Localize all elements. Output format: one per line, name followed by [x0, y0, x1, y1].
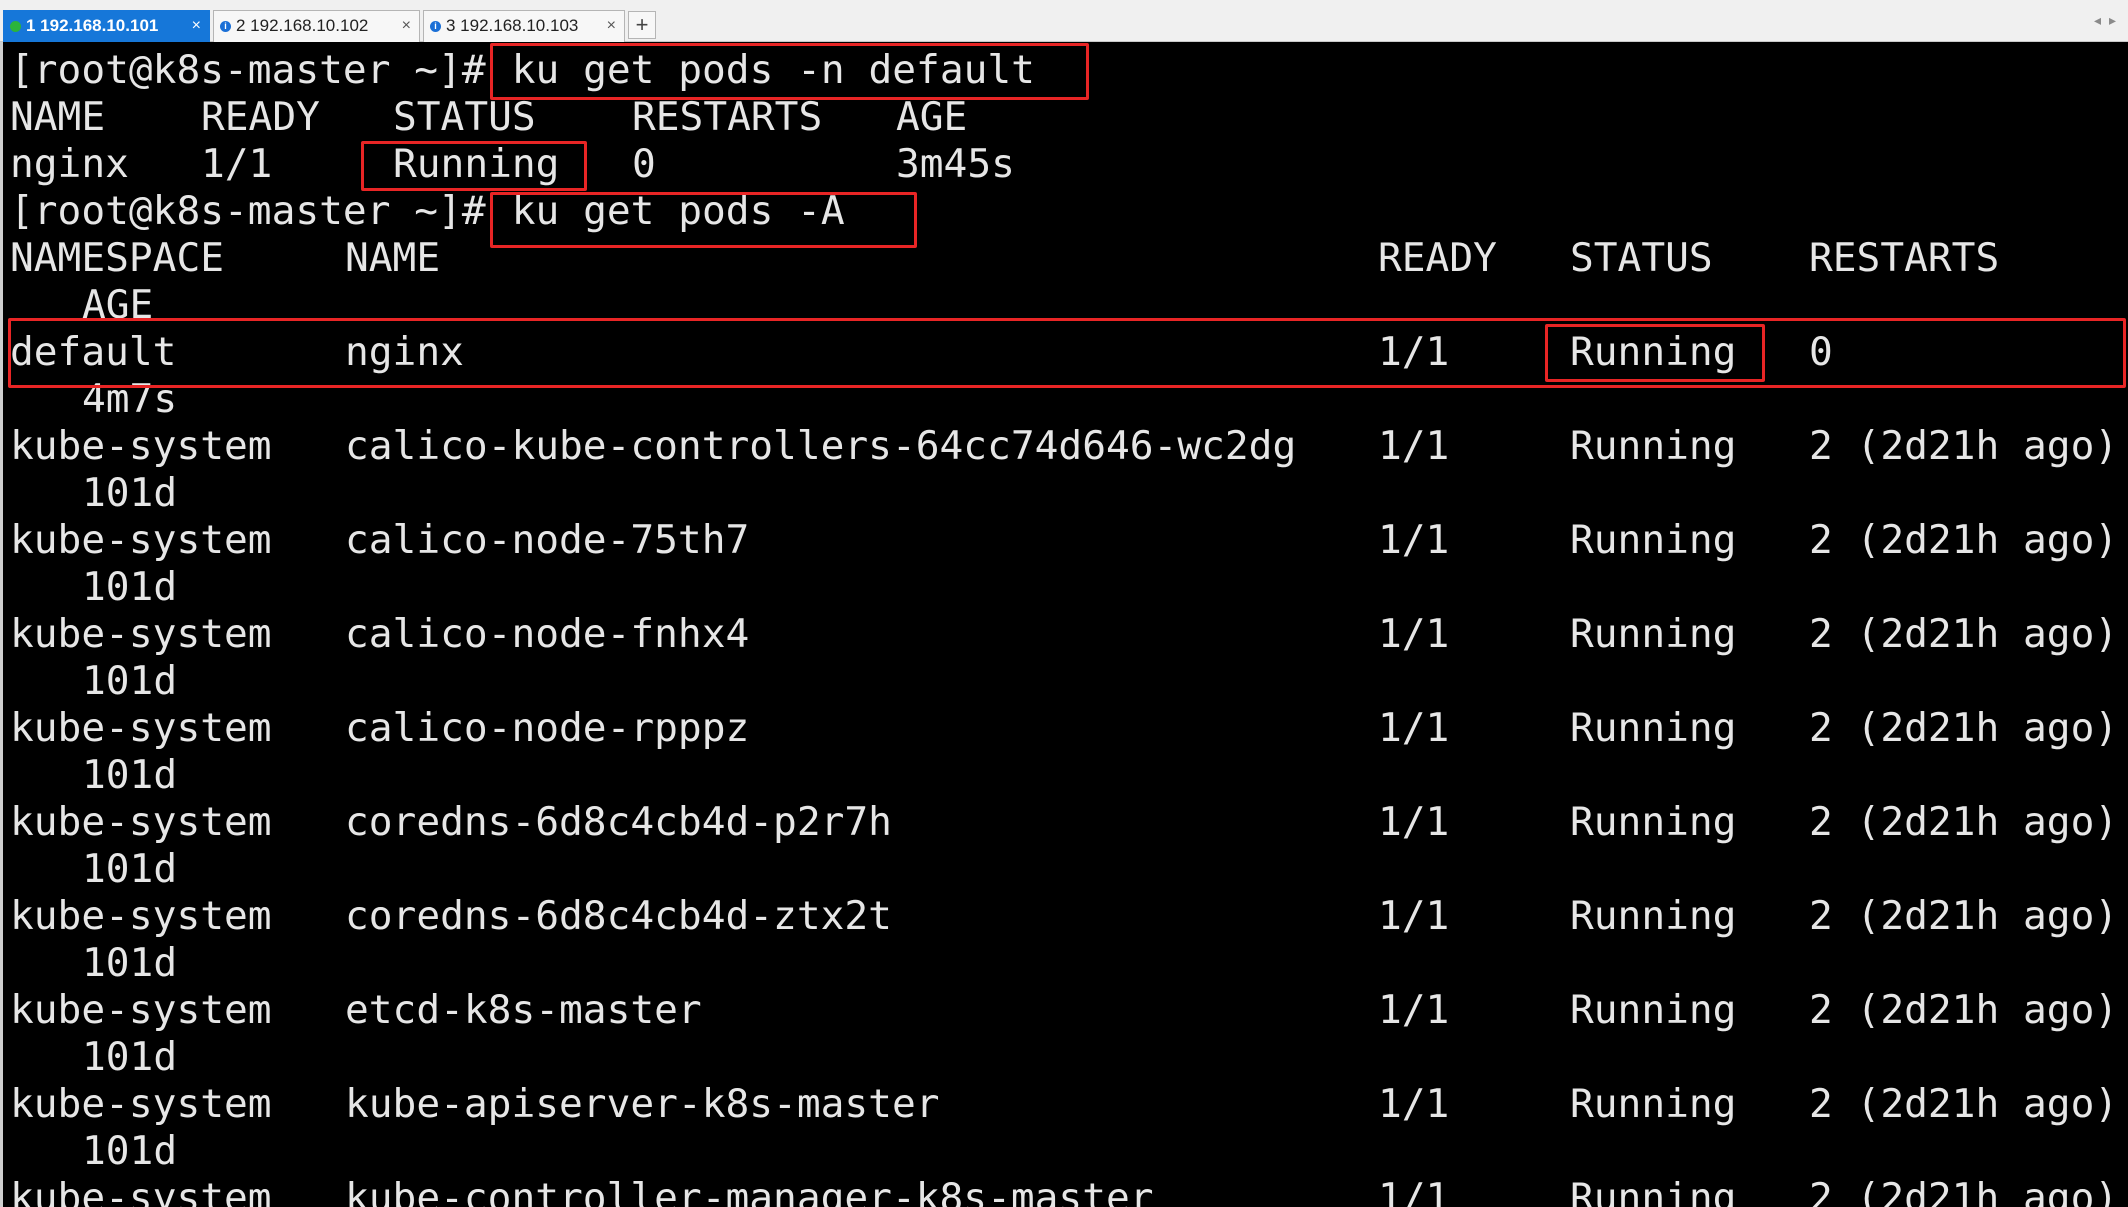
pod-restarts: 2 (2d21h ago)	[1809, 517, 2119, 563]
pod-restarts: 2 (2d21h ago)	[1809, 611, 2119, 657]
tab-label: 2 192.168.10.102	[236, 16, 369, 35]
pod-name: calico-node-fnhx4	[345, 611, 750, 657]
pod-name: etcd-k8s-master	[345, 987, 702, 1033]
header-restarts: RESTARTS	[632, 94, 823, 140]
tab-session-3[interactable]: i 3 192.168.10.103 ×	[423, 10, 625, 42]
pod-restarts: 2 (2d21h ago)	[1809, 893, 2119, 939]
header-age: AGE	[896, 94, 968, 140]
pod-name: coredns-6d8c4cb4d-p2r7h	[345, 799, 892, 845]
pod-ready: 1/1	[1378, 1081, 1450, 1127]
pod-status: Running	[1570, 611, 1737, 657]
close-tab-icon[interactable]: ×	[402, 11, 411, 41]
pod-namespace: kube-system	[10, 987, 272, 1033]
table-header-row: NAME READY STATUS RESTARTS AGE	[10, 94, 967, 141]
highlight-box-status1	[361, 141, 587, 191]
pod-namespace: kube-system	[10, 423, 272, 469]
tab-label: 1 192.168.10.101	[26, 16, 159, 35]
pod-ready: 1/1	[1378, 987, 1450, 1033]
pod-age: 101d	[82, 564, 178, 610]
pod-age: 3m45s	[896, 141, 1015, 187]
pod-restarts: 0	[632, 141, 656, 187]
terminal-output[interactable]: [root@k8s-master ~]# ku get pods -n defa…	[8, 43, 2128, 1207]
window-left-border	[0, 42, 3, 1207]
pod-status: Running	[1570, 799, 1737, 845]
pod-status: Running	[1570, 423, 1737, 469]
pod-name: calico-node-rpppz	[345, 705, 750, 751]
pod-ready: 1/1	[201, 141, 273, 187]
pod-restarts: 2 (2d21h ago)	[1809, 1081, 2119, 1127]
highlight-box-default-row	[8, 318, 2126, 388]
pod-status: Running	[1570, 987, 1737, 1033]
shell-prompt: [root@k8s-master ~]#	[10, 188, 486, 234]
pod-restarts: 2 (2d21h ago)	[1809, 987, 2119, 1033]
pod-namespace: kube-system	[10, 705, 272, 751]
info-status-icon: i	[220, 21, 231, 32]
pod-restarts: 2 (2d21h ago)	[1809, 799, 2119, 845]
tab-session-1[interactable]: 1 192.168.10.101 ×	[3, 10, 210, 42]
pod-age: 101d	[82, 470, 178, 516]
table-header-row: NAMESPACE NAME READY STATUS RESTARTS	[10, 235, 1999, 282]
pod-ready: 1/1	[1378, 799, 1450, 845]
pod-age: 101d	[82, 1128, 178, 1174]
header-namespace: NAMESPACE	[10, 235, 225, 281]
pod-namespace: kube-system	[10, 799, 272, 845]
pod-ready: 1/1	[1378, 705, 1450, 751]
close-tab-icon[interactable]: ×	[192, 11, 201, 41]
terminal-app-window: 1 192.168.10.101 × i 2 192.168.10.102 × …	[0, 0, 2128, 1207]
tab-scroll-arrows-icon[interactable]: ◂▸	[2094, 12, 2124, 29]
pod-ready: 1/1	[1378, 423, 1450, 469]
pod-age: 101d	[82, 658, 178, 704]
shell-prompt: [root@k8s-master ~]#	[10, 47, 486, 93]
pod-restarts: 2 (2d21h ago)	[1809, 705, 2119, 751]
connected-status-icon	[10, 21, 21, 32]
pod-ready: 1/1	[1378, 611, 1450, 657]
pod-age: 101d	[82, 752, 178, 798]
pod-namespace: kube-system	[10, 1081, 272, 1127]
header-status: STATUS	[1570, 235, 1713, 281]
highlight-box-command1	[490, 43, 1089, 100]
pod-restarts: 2 (2d21h ago)	[1809, 423, 2119, 469]
header-restarts: RESTARTS	[1809, 235, 2000, 281]
command-line: [root@k8s-master ~]# ku get pods -n defa…	[10, 47, 1035, 94]
pod-status: Running	[1570, 705, 1737, 751]
highlight-box-command2	[490, 192, 917, 248]
header-ready: READY	[201, 94, 320, 140]
tab-label: 3 192.168.10.103	[446, 16, 579, 35]
pod-status: Running	[1570, 893, 1737, 939]
pod-age: 101d	[82, 1034, 178, 1080]
pod-namespace: kube-system	[10, 517, 272, 563]
pod-status: Running	[1570, 517, 1737, 563]
pod-age: 101d	[82, 846, 178, 892]
pod-namespace: kube-system	[10, 1175, 272, 1207]
pod-ready: 1/1	[1378, 893, 1450, 939]
header-ready: READY	[1378, 235, 1497, 281]
info-status-icon: i	[430, 21, 441, 32]
pod-name: calico-node-75th7	[345, 517, 750, 563]
highlight-box-status2	[1545, 324, 1765, 382]
pod-ready: 1/1	[1378, 1175, 1450, 1207]
pod-namespace: kube-system	[10, 893, 272, 939]
command-line: [root@k8s-master ~]# ku get pods -A	[10, 188, 845, 235]
pod-status: Running	[1570, 1175, 1737, 1207]
pod-name: kube-apiserver-k8s-master	[345, 1081, 940, 1127]
session-tab-bar: 1 192.168.10.101 × i 2 192.168.10.102 × …	[0, 0, 2128, 42]
table-row: nginx 1/1 Running 0 3m45s	[10, 141, 1015, 188]
pod-ready: 1/1	[1378, 517, 1450, 563]
pod-name: kube-controller-manager-k8s-master	[345, 1175, 1154, 1207]
new-tab-button[interactable]: +	[628, 11, 656, 39]
pod-age: 101d	[82, 940, 178, 986]
header-status: STATUS	[393, 94, 536, 140]
pod-restarts: 2 (2d21h ago)	[1809, 1175, 2119, 1207]
header-name: NAME	[345, 235, 441, 281]
header-name: NAME	[10, 94, 106, 140]
pod-name: calico-kube-controllers-64cc74d646-wc2dg	[345, 423, 1297, 469]
pod-namespace: kube-system	[10, 611, 272, 657]
close-tab-icon[interactable]: ×	[607, 11, 616, 41]
pod-name: nginx	[10, 141, 129, 187]
tab-session-2[interactable]: i 2 192.168.10.102 ×	[213, 10, 420, 42]
pod-name: coredns-6d8c4cb4d-ztx2t	[345, 893, 892, 939]
pod-status: Running	[1570, 1081, 1737, 1127]
